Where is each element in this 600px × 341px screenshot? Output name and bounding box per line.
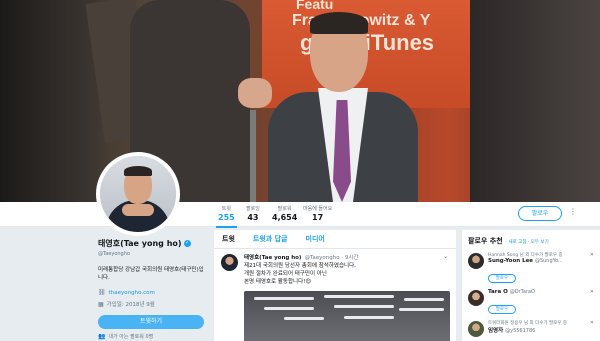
suggestion-item[interactable]: ✕ Hannah Song 님 외 다수가 팔로우 중 Sung-Yoon Le…: [468, 252, 594, 283]
suggestion-item[interactable]: ✕ Tara O @DrTaraO 팔로우: [468, 289, 594, 314]
nav-tweets[interactable]: 트윗 255: [216, 205, 237, 228]
verified-badge-icon: ✓: [183, 240, 191, 247]
profile-bio: 미래통합당 강남갑 국회의원 태영호(태구민)입니다.: [98, 267, 204, 281]
suggestion-handle[interactable]: @DrTaraO: [510, 289, 535, 295]
followers-you-know-row: 👥 내가 아는 팔로워 0명: [98, 333, 208, 340]
nav-followers-label: 팔로워: [277, 206, 292, 212]
hand-shape: [238, 78, 272, 108]
tweet-author-name[interactable]: 태영호(Tae yong ho): [244, 253, 301, 261]
suggestion-avatar[interactable]: [468, 321, 484, 337]
suggestion-follow-button[interactable]: 팔로우: [488, 274, 516, 283]
tweet-avatar[interactable]: [221, 254, 238, 271]
wtf-title: 팔로우 추천: [468, 237, 503, 245]
profile-nav: 트윗 255 팔로잉 43 팔로워 4,654 마음에 들어요 17: [0, 202, 600, 228]
suggestion-name[interactable]: 임영자: [488, 328, 503, 334]
tab-tweets-replies[interactable]: 트윗과 답글: [253, 234, 288, 244]
ceiling-light: [264, 307, 314, 310]
more-options-icon[interactable]: ⋮: [569, 207, 577, 216]
suggestion-item[interactable]: ✕ 트위터회원 정용우 님 외 다수가 팔로우 중 임영자 @y5561786: [468, 320, 594, 341]
chevron-down-icon[interactable]: ⌄: [443, 253, 448, 260]
who-to-follow: 팔로우 추천 · 새로 고침 · 모두 보기 ✕ Hannah Song 님 외…: [462, 230, 600, 341]
followers-you-know[interactable]: 내가 아는 팔로워 0명: [108, 333, 153, 340]
avatar-hands: [122, 204, 154, 216]
nav-tweets-label: 트윗: [221, 206, 231, 212]
profile-avatar[interactable]: [96, 152, 180, 236]
tweet-line-1: 제21대 국회의원 당선자 총회에 참석하였습니다.: [244, 263, 356, 269]
ceiling-light: [284, 317, 324, 320]
nav-likes-count: 17: [312, 213, 324, 222]
ceiling-light: [254, 297, 314, 300]
suggestion-name-row: Sung-Yoon Lee @SungYo...: [488, 258, 594, 264]
suggestion-handle[interactable]: @y5561786: [505, 328, 535, 334]
profile-joined: 가입일: 2018년 9월: [106, 302, 155, 308]
tab-tweets[interactable]: 트윗: [222, 234, 235, 244]
nav-followers[interactable]: 팔로워 4,654: [272, 205, 297, 222]
calendar-icon: ▦: [98, 300, 104, 308]
profile-name[interactable]: 태영호(Tae yong ho): [98, 238, 182, 249]
link-icon: ⛓: [98, 289, 106, 296]
close-icon[interactable]: ✕: [590, 252, 594, 258]
tweet-media-photo[interactable]: [244, 291, 450, 341]
nav-following[interactable]: 팔로잉 43: [246, 205, 260, 222]
profile-website[interactable]: thaeyongho.com: [109, 290, 155, 296]
tweet-to-button[interactable]: 트윗하기: [98, 315, 204, 329]
suggestion-name-row: 임영자 @y5561786: [488, 326, 594, 334]
tweet-header: 태영호(Tae yong ho) @Taeyongho · 9시간: [244, 253, 450, 261]
follow-button[interactable]: 팔로우: [518, 206, 562, 221]
avatar-hair: [124, 166, 152, 176]
tweet-text: 제21대 국회의원 당선자 총회에 참석하였습니다. 개원 절차가 완료되어 태…: [244, 262, 450, 286]
suggestion-avatar[interactable]: [468, 253, 484, 269]
nav-followers-count: 4,654: [272, 213, 298, 222]
profile-name-row: 태영호(Tae yong ho) ✓: [98, 238, 208, 249]
nav-tweets-count: 255: [218, 213, 235, 222]
speaker-hair: [310, 12, 368, 34]
profile-joined-row: ▦ 가입일: 2018년 9월: [98, 300, 208, 309]
profile-card: 태영호(Tae yong ho) ✓ @Taeyongho 미래통합당 강남갑 …: [98, 238, 208, 340]
header-photo[interactable]: Featu Fran Lebowitz & Y ge on iTunes: [0, 0, 600, 202]
timeline-tabs: 트윗 트윗과 답글 미디어: [214, 230, 456, 249]
close-icon[interactable]: ✕: [590, 320, 594, 326]
suggestion-handle[interactable]: @SungYo...: [535, 258, 563, 264]
ceiling-light: [399, 308, 444, 311]
screen-text-1: Featu: [296, 0, 334, 12]
right-person: [470, 0, 600, 202]
tweet-item[interactable]: 태영호(Tae yong ho) @Taeyongho · 9시간 ⌄ 제21대…: [214, 249, 456, 341]
tweet-line-2: 개원 절차가 완료되어 태구민이 아닌: [244, 271, 327, 277]
suggestion-name-row: Tara O @DrTaraO: [488, 289, 594, 295]
nav-likes-label: 마음에 들어요: [303, 206, 333, 212]
ceiling-light: [404, 298, 444, 301]
ceiling-light: [344, 316, 394, 319]
close-icon[interactable]: ✕: [590, 289, 594, 295]
wtf-refresh-view-all[interactable]: · 새로 고침 · 모두 보기: [506, 239, 549, 245]
suggestion-name[interactable]: Tara O: [488, 289, 508, 295]
tweet-line-3: 본명 태영호로 활동합니다!😊: [244, 279, 312, 285]
ceiling-light: [334, 305, 394, 308]
ceiling-light: [324, 295, 394, 298]
nav-following-count: 43: [247, 213, 259, 222]
suggestion-avatar[interactable]: [468, 290, 484, 306]
profile-handle[interactable]: @Taeyongho: [98, 251, 208, 257]
microphone-stand: [250, 110, 256, 202]
tab-media[interactable]: 미디어: [306, 234, 325, 244]
profile-website-row: ⛓ thaeyongho.com: [98, 289, 208, 296]
timeline: 트윗 트윗과 답글 미디어 태영호(Tae yong ho) @Taeyongh…: [214, 230, 456, 341]
suggestion-name[interactable]: Sung-Yoon Lee: [488, 258, 533, 264]
nav-likes[interactable]: 마음에 들어요 17: [303, 205, 332, 222]
people-icon: 👥: [98, 333, 106, 340]
wtf-header: 팔로우 추천 · 새로 고침 · 모두 보기: [468, 236, 594, 246]
nav-following-label: 팔로잉: [246, 206, 260, 212]
tweet-author-handle[interactable]: @Taeyongho · 9시간: [304, 253, 358, 261]
suggestion-follow-button[interactable]: 팔로우: [488, 305, 516, 314]
